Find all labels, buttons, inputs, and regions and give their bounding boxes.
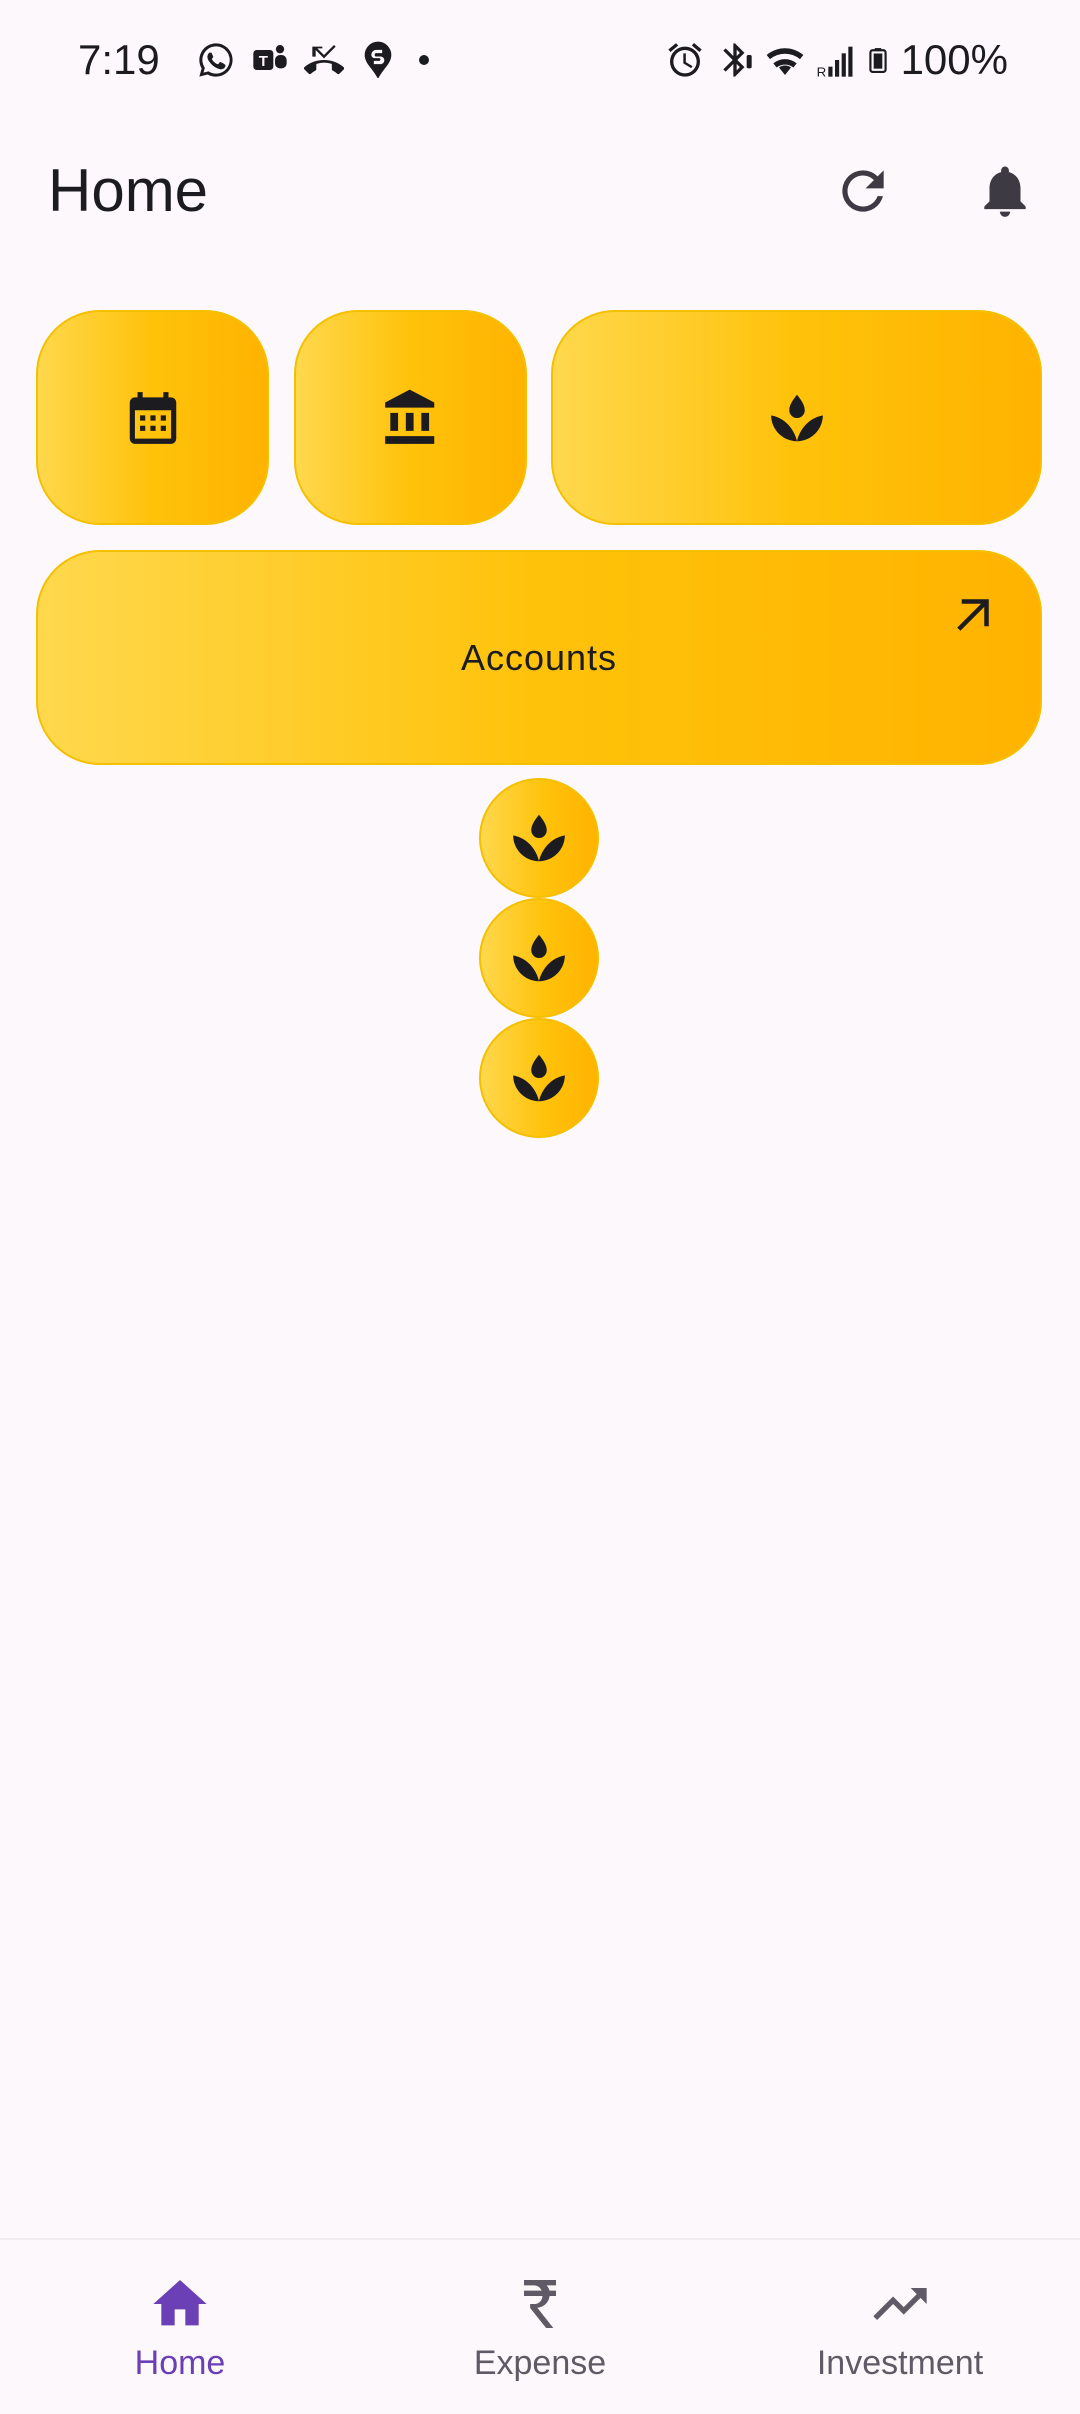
svg-text:T: T bbox=[259, 53, 268, 70]
home-icon bbox=[153, 2280, 207, 2326]
circle-button-1[interactable] bbox=[479, 778, 599, 898]
swiggy-icon bbox=[364, 41, 392, 78]
notifications-button[interactable] bbox=[960, 146, 1050, 236]
calendar-icon bbox=[129, 391, 176, 444]
bank-icon bbox=[384, 389, 434, 444]
svg-text:R: R bbox=[816, 65, 826, 80]
investment-tile[interactable] bbox=[551, 310, 1042, 525]
signal-icon: R bbox=[816, 46, 853, 80]
wifi-icon bbox=[766, 48, 803, 75]
battery-percent: 100% bbox=[900, 36, 1008, 83]
spa-icon bbox=[513, 814, 565, 862]
nav-home-label: Home bbox=[134, 2344, 226, 2382]
nav-investment-label: Investment bbox=[816, 2344, 984, 2382]
circle-button-2[interactable] bbox=[479, 898, 599, 1018]
bank-tile[interactable] bbox=[294, 310, 527, 525]
nav-investment[interactable]: Investment bbox=[720, 2240, 1080, 2414]
missed-call-icon bbox=[304, 45, 344, 75]
alarm-icon bbox=[667, 43, 702, 77]
refresh-button[interactable] bbox=[818, 146, 908, 236]
calendar-tile[interactable] bbox=[36, 310, 269, 525]
bell-icon bbox=[984, 166, 1026, 217]
page-title: Home bbox=[48, 157, 209, 224]
spa-icon bbox=[513, 934, 565, 982]
nav-expense[interactable]: Expense bbox=[360, 2240, 720, 2414]
whatsapp-icon bbox=[199, 43, 233, 77]
spa-icon bbox=[770, 394, 823, 441]
accounts-label: Accounts bbox=[460, 636, 618, 678]
nav-home[interactable]: Home bbox=[0, 2240, 360, 2414]
bottom-navigation: Home Expense Investment bbox=[0, 2238, 1080, 2414]
rupee-icon bbox=[524, 2280, 556, 2328]
accounts-tile[interactable]: Accounts bbox=[36, 550, 1042, 765]
teams-icon: T bbox=[253, 45, 287, 70]
arrow-up-right-icon bbox=[957, 599, 989, 631]
system-status: R 100% bbox=[665, 36, 1008, 84]
bluetooth-icon bbox=[722, 43, 752, 77]
status-time: 7:19 bbox=[78, 36, 160, 83]
spa-icon bbox=[513, 1054, 565, 1102]
battery-icon bbox=[868, 48, 887, 73]
refresh-icon bbox=[842, 170, 884, 212]
trending-up-icon bbox=[873, 2288, 927, 2320]
dot-icon bbox=[419, 55, 429, 65]
nav-expense-label: Expense bbox=[473, 2344, 607, 2382]
notification-icons: T bbox=[196, 40, 436, 80]
circle-button-3[interactable] bbox=[479, 1018, 599, 1138]
